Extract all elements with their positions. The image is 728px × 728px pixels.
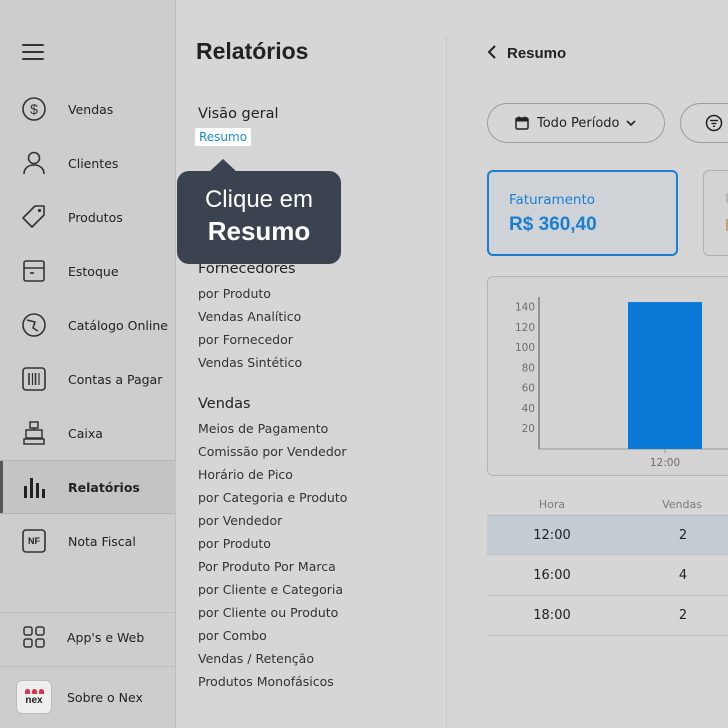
apps-grid-icon [20,623,48,651]
sidebar-item-label: Vendas [68,101,114,117]
link-suppliers-sales-synthetic[interactable]: Vendas Sintético [198,355,302,370]
link-sales-client-category[interactable]: por Cliente e Categoria [198,582,343,597]
barcode-icon [20,365,48,393]
y-tick-label: 120 [515,322,535,334]
link-sales-combo[interactable]: por Combo [198,628,267,643]
box-icon [20,257,48,285]
cell-hora: 18:00 [533,608,571,623]
bar-chart-icon [20,473,48,501]
link-suppliers-by-supplier[interactable]: por Fornecedor [198,332,293,347]
sidebar-item-label: Catálogo Online [68,317,168,333]
secondary-metric-card[interactable] [703,170,728,256]
link-sales-payment-methods[interactable]: Meios de Pagamento [198,421,328,436]
sidebar-item-contas-a-pagar[interactable]: Contas a Pagar [0,352,176,406]
filter-icon [705,114,723,132]
page-title: Relatórios [196,38,309,64]
y-tick-label: 140 [515,302,535,314]
cash-register-icon [20,419,48,447]
bar [628,302,702,449]
link-sales-monophasic[interactable]: Produtos Monofásicos [198,674,334,689]
column-header-hora: Hora [538,498,566,511]
chart-svg: 20 40 60 80 100 120 140 12:00 [515,297,728,469]
table-row[interactable]: 12:00 2 [487,515,728,555]
link-sales-category-product[interactable]: por Categoria e Produto [198,490,347,505]
sidebar-item-estoque[interactable]: Estoque [0,244,176,298]
back-label: Resumo [507,45,567,62]
x-tick-label: 12:00 [650,457,680,469]
table-header: Hora Vendas [487,498,728,516]
sidebar-divider [0,666,176,667]
revenue-card-label: Faturamento [509,192,596,208]
column-header-vendas: Vendas [662,498,702,511]
nf-icon: NF [20,527,48,555]
table-row[interactable]: 18:00 2 [487,596,728,636]
sidebar-item-label: Contas a Pagar [68,371,163,387]
link-sales-retention[interactable]: Vendas / Retenção [198,651,314,666]
link-sales-commission[interactable]: Comissão por Vendedor [198,444,347,459]
sidebar-item-label: Produtos [68,209,123,225]
sidebar-item-relatorios[interactable]: Relatórios [0,460,176,514]
link-sales-by-product[interactable]: por Produto [198,536,271,551]
link-suppliers-by-product[interactable]: por Produto [198,286,271,301]
calendar-icon [515,116,529,130]
sidebar-item-label: Clientes [68,155,119,171]
dollar-icon: $ [20,95,48,123]
sidebar-item-label: App's e Web [67,629,145,645]
cell-hora: 16:00 [533,568,571,583]
y-tick-label: 80 [522,362,535,374]
sidebar-item-sobre-o-nex[interactable]: Sobre o Nex [0,670,176,724]
y-tick-label: 60 [522,383,535,395]
back-button[interactable]: Resumo [487,44,566,63]
sidebar-item-label: Relatórios [68,479,140,495]
sidebar-item-produtos[interactable]: Produtos [0,190,176,244]
chevron-left-icon [487,44,497,63]
nf-badge-text: NF [28,536,40,546]
revenue-card[interactable]: Faturamento R$ 360,40 [487,170,678,256]
tag-icon [20,203,48,231]
sidebar-item-catalogo-online[interactable]: Catálogo Online [0,298,176,352]
sidebar-item-caixa[interactable]: Caixa [0,406,176,460]
tooltip-line-2: Resumo [207,216,311,246]
sidebar-item-label: Caixa [68,425,103,441]
link-sales-peak-hours[interactable]: Horário de Pico [198,467,293,482]
y-tick-label: 100 [515,342,535,354]
filter-button[interactable] [680,103,728,143]
link-suppliers-sales-analytic[interactable]: Vendas Analítico [198,309,301,324]
reports-menu: Relatórios Visão geral Resumo Fornecedor… [176,0,446,728]
cell-vendas: 4 [678,568,688,583]
revenue-card-value: R$ 360,40 [509,214,597,235]
tooltip-line-1: Clique em [204,186,314,213]
sidebar-item-clientes[interactable]: Clientes [0,136,176,190]
sidebar-item-vendas[interactable]: $ Vendas [0,82,176,136]
onboarding-tooltip: Clique em Resumo [177,159,341,264]
y-tick-label: 20 [522,423,535,435]
sidebar-item-label: Estoque [68,263,119,279]
section-heading-sales: Vendas [198,396,251,412]
link-resumo[interactable]: Resumo [195,128,252,146]
catalog-icon [20,311,48,339]
period-filter-button[interactable]: Todo Período [487,103,665,143]
period-filter-label: Todo Período [537,115,620,131]
menu-hamburger-icon[interactable] [22,44,44,62]
sidebar-item-label: Nota Fiscal [68,533,136,549]
link-sales-product-brand[interactable]: Por Produto Por Marca [198,559,336,574]
link-sales-client-product[interactable]: por Cliente ou Produto [198,605,338,620]
sales-by-hour-chart: 20 40 60 80 100 120 140 12:00 [487,276,728,476]
cell-vendas: 2 [678,528,688,543]
y-tick-label: 40 [522,403,535,415]
sidebar-item-label: Sobre o Nex [67,689,143,705]
sidebar-item-nota-fiscal[interactable]: NF Nota Fiscal [0,514,176,568]
table-row[interactable]: 16:00 4 [487,556,728,596]
cell-hora: 12:00 [533,528,571,543]
chevron-down-icon [625,119,636,127]
link-sales-by-seller[interactable]: por Vendedor [198,513,282,528]
cell-vendas: 2 [678,608,688,623]
summary-panel: Resumo Todo Período Faturamento R$ 360,4… [447,0,728,728]
sidebar: $ Vendas Clientes Produtos Estoque Catál… [0,0,176,728]
svg-text:$: $ [30,101,38,117]
section-heading-overview: Visão geral [198,106,279,122]
user-icon [20,149,48,177]
sidebar-item-apps-web[interactable]: App's e Web [0,610,176,664]
